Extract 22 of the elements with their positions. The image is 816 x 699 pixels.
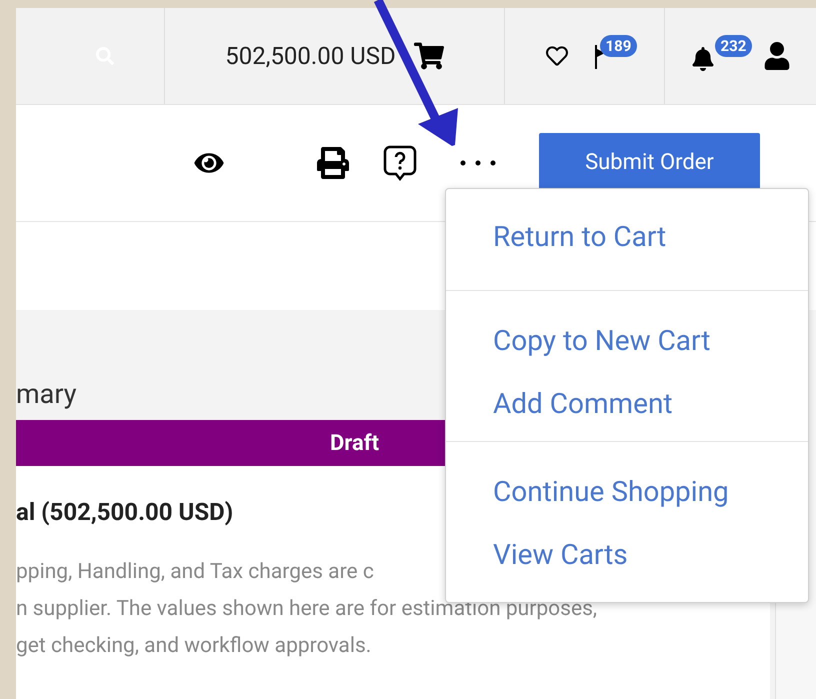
- notification-count-badge: 232: [714, 35, 752, 57]
- submit-order-button[interactable]: Submit Order: [539, 133, 760, 191]
- user-icon[interactable]: [762, 42, 790, 70]
- status-label: Draft: [330, 430, 380, 458]
- menu-item[interactable]: Return to Cart: [446, 205, 808, 268]
- summary-title: mary: [16, 381, 77, 408]
- heart-icon[interactable]: [546, 45, 568, 67]
- menu-item[interactable]: Copy to New Cart: [446, 309, 808, 372]
- more-icon[interactable]: [460, 160, 496, 166]
- note-line: n supplier. The values shown here are for estimation purposes,: [16, 596, 598, 623]
- bell-icon[interactable]: [690, 47, 714, 71]
- help-icon[interactable]: [382, 144, 418, 182]
- print-icon[interactable]: [316, 147, 350, 179]
- menu-item[interactable]: View Carts: [446, 523, 808, 586]
- menu-item[interactable]: Continue Shopping: [446, 460, 808, 523]
- flag-count-badge: 189: [600, 35, 638, 57]
- menu-item[interactable]: Add Comment: [446, 372, 808, 435]
- flag-icon[interactable]: [594, 45, 606, 69]
- note-line: get checking, and workflow approvals.: [16, 633, 372, 660]
- cart-total: 502,500.00 USD: [225, 41, 396, 72]
- cart-icon[interactable]: [414, 41, 444, 71]
- order-total: al (502,500.00 USD): [16, 497, 234, 528]
